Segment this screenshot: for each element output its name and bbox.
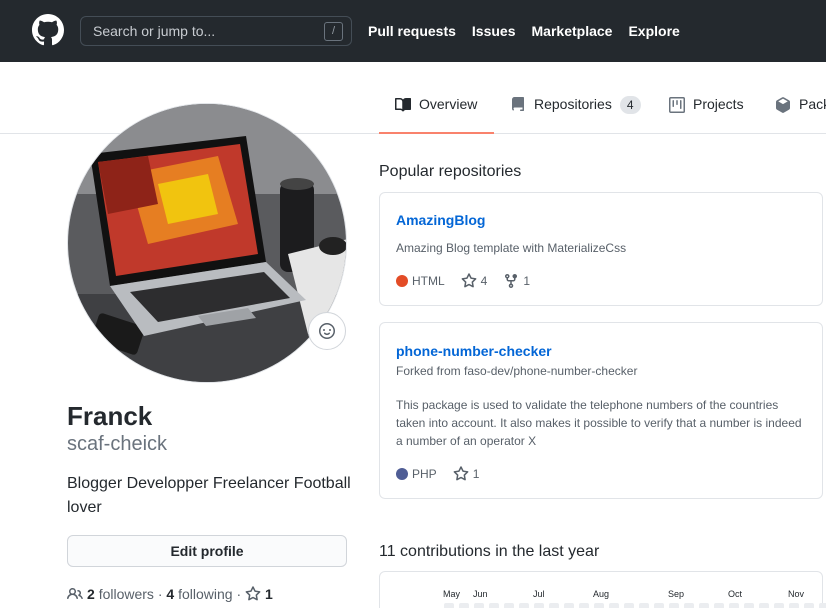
stars-count[interactable]: 1 xyxy=(265,586,273,602)
nav-issues[interactable]: Issues xyxy=(472,23,516,39)
followers-count[interactable]: 2 xyxy=(87,586,95,602)
language-color-dot xyxy=(396,468,408,480)
search-shortcut-key: / xyxy=(324,22,343,41)
nav-marketplace[interactable]: Marketplace xyxy=(532,23,613,39)
repo-forks-count: 1 xyxy=(523,274,531,288)
repo-description: This package is used to validate the tel… xyxy=(396,398,802,448)
repo-link-phone-number-checker[interactable]: phone-number-checker xyxy=(396,343,552,359)
followers-link[interactable]: followers xyxy=(99,586,154,602)
repo-language-label: PHP xyxy=(412,467,437,481)
contribution-cell[interactable] xyxy=(459,603,469,608)
contribution-cell[interactable] xyxy=(579,603,589,608)
repo-stars-count: 1 xyxy=(472,467,480,481)
contribution-cell[interactable] xyxy=(744,603,754,608)
contribution-graph: May Jun Jul Aug Sep Oct Nov xyxy=(379,571,826,608)
contribution-cell[interactable] xyxy=(684,603,694,608)
popular-repositories-title: Popular repositories xyxy=(379,163,522,180)
repo-language-label: HTML xyxy=(412,274,445,288)
month-label: Oct xyxy=(728,589,743,599)
contribution-cell[interactable] xyxy=(699,603,709,608)
contribution-cell[interactable] xyxy=(549,603,559,608)
month-label: Jul xyxy=(533,589,545,599)
repo-meta: HTML 4 1 xyxy=(396,273,546,289)
repo-forked-from[interactable]: Forked from faso-dev/phone-number-checke… xyxy=(396,364,637,378)
edit-profile-button[interactable]: Edit profile xyxy=(67,535,347,567)
profile-full-name: Franck xyxy=(67,401,153,431)
search-input[interactable]: Search or jump to... / xyxy=(80,16,352,46)
smiley-icon xyxy=(319,323,335,339)
contribution-cell[interactable] xyxy=(594,603,604,608)
repo-card: phone-number-checker Forked from faso-de… xyxy=(379,322,823,499)
profile-bio: Blogger Developper Freelancer Football l… xyxy=(67,475,351,516)
repo-forks[interactable]: 1 xyxy=(503,273,530,289)
month-label: Nov xyxy=(788,589,805,599)
contribution-cell[interactable] xyxy=(609,603,619,608)
repo-icon xyxy=(512,97,524,111)
repo-language: HTML xyxy=(396,274,445,288)
package-icon xyxy=(776,97,790,113)
repo-meta: PHP 1 xyxy=(396,466,495,482)
repo-stars[interactable]: 4 xyxy=(461,273,488,289)
contribution-cell[interactable] xyxy=(564,603,574,608)
contribution-cell[interactable] xyxy=(504,603,514,608)
set-status-button[interactable] xyxy=(308,312,346,350)
tab-overview-label: Overview xyxy=(419,96,478,112)
top-header: Search or jump to... / Pull requests Iss… xyxy=(0,0,826,62)
star-icon xyxy=(245,586,261,601)
repo-description: Amazing Blog template with MaterializeCs… xyxy=(396,241,627,255)
search-placeholder: Search or jump to... xyxy=(93,23,216,39)
nav-explore[interactable]: Explore xyxy=(628,23,679,39)
avatar-laptop-photo xyxy=(68,104,346,382)
repo-card: AmazingBlog Amazing Blog template with M… xyxy=(379,192,823,306)
contribution-cell[interactable] xyxy=(624,603,634,608)
contribution-cell[interactable] xyxy=(819,603,826,608)
repositories-count-badge: 4 xyxy=(619,96,641,114)
contributions-title: 11 contributions in the last year xyxy=(379,543,600,560)
language-color-dot xyxy=(396,275,408,287)
global-nav: Pull requests Issues Marketplace Explore xyxy=(368,23,696,39)
tab-repositories-label: Repositories xyxy=(534,96,612,112)
month-label: Jun xyxy=(473,589,488,599)
profile-username: scaf-cheick xyxy=(67,433,168,455)
nav-pull-requests[interactable]: Pull requests xyxy=(368,23,456,39)
tab-overview[interactable]: Overview xyxy=(379,96,494,134)
fork-icon xyxy=(505,274,518,289)
contribution-cell[interactable] xyxy=(759,603,769,608)
month-label: Sep xyxy=(668,589,685,599)
avatar xyxy=(67,103,347,383)
contribution-cell[interactable] xyxy=(654,603,664,608)
book-icon xyxy=(395,97,411,112)
contribution-cell[interactable] xyxy=(729,603,739,608)
contribution-cell[interactable] xyxy=(639,603,649,608)
repo-stars[interactable]: 1 xyxy=(453,466,480,482)
following-link[interactable]: following xyxy=(178,586,232,602)
tab-projects-label: Projects xyxy=(693,96,744,112)
repo-stars-count: 4 xyxy=(480,274,488,288)
contribution-cell[interactable] xyxy=(669,603,679,608)
tab-packages-label: Pack xyxy=(799,96,826,112)
tab-packages[interactable]: Pack xyxy=(775,96,826,134)
month-label: May xyxy=(443,589,461,599)
repo-link-amazingblog[interactable]: AmazingBlog xyxy=(396,212,485,228)
tab-projects[interactable]: Projects xyxy=(669,96,744,134)
contribution-cell[interactable] xyxy=(489,603,499,608)
follow-stats: 2 followers · 4 following · 1 xyxy=(67,586,273,602)
people-icon xyxy=(67,587,83,600)
contribution-cell[interactable] xyxy=(474,603,484,608)
project-icon xyxy=(669,97,685,113)
contribution-cell[interactable] xyxy=(804,603,814,608)
contribution-cell[interactable] xyxy=(519,603,529,608)
month-label: Aug xyxy=(593,589,610,599)
contribution-cell[interactable] xyxy=(774,603,784,608)
contribution-cell[interactable] xyxy=(444,603,454,608)
star-icon xyxy=(453,466,469,481)
following-count[interactable]: 4 xyxy=(166,586,174,602)
contribution-cell[interactable] xyxy=(714,603,724,608)
github-logo-icon[interactable] xyxy=(32,14,64,46)
repo-language: PHP xyxy=(396,467,437,481)
contribution-cell[interactable] xyxy=(534,603,544,608)
tab-repositories[interactable]: Repositories 4 xyxy=(510,96,641,134)
contribution-cell[interactable] xyxy=(789,603,799,608)
star-icon xyxy=(461,273,477,288)
